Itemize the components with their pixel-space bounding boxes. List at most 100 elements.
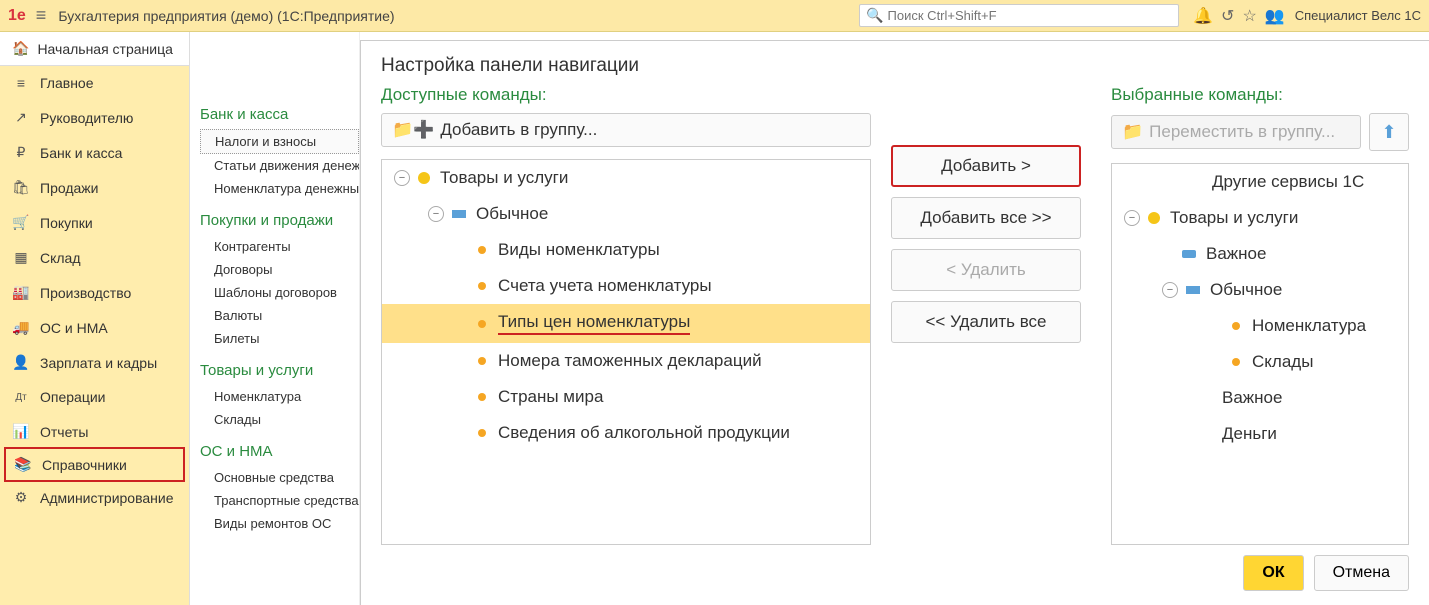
remove-all-button[interactable]: << Удалить все	[891, 301, 1081, 343]
sidebar-item-label: Производство	[40, 285, 131, 301]
bell-icon[interactable]: 🔔	[1193, 6, 1213, 26]
tree-item[interactable]: Сведения об алкогольной продукции	[382, 415, 870, 451]
hamburger-icon[interactable]: ≡	[36, 5, 47, 26]
available-tree[interactable]: − Товары и услуги − Обычное Виды номенкл…	[381, 159, 871, 545]
tree-label: Страны мира	[498, 387, 603, 407]
tree-item[interactable]: Важное	[1112, 236, 1408, 272]
ruble-icon: ₽	[12, 144, 30, 161]
sidebar-item-hr[interactable]: 👤 Зарплата и кадры	[0, 345, 189, 380]
search-icon: 🔍	[866, 7, 883, 24]
sidebar-item-admin[interactable]: ⚙ Администрирование	[0, 480, 189, 515]
available-label: Доступные команды:	[381, 85, 871, 105]
tree-group[interactable]: − Товары и услуги	[382, 160, 870, 196]
search-input[interactable]	[888, 8, 1173, 23]
history-icon[interactable]: ↺	[1221, 6, 1234, 26]
tree-label: Номера таможенных деклараций	[498, 351, 762, 371]
bullet-icon	[1232, 322, 1240, 330]
tree-item[interactable]: Другие сервисы 1С	[1112, 164, 1408, 200]
add-all-button[interactable]: Добавить все >>	[891, 197, 1081, 239]
tree-item[interactable]: Номенклатура	[1112, 308, 1408, 344]
grid-icon: ▦	[12, 249, 30, 266]
tree-item[interactable]: Деньги	[1112, 416, 1408, 452]
star-icon[interactable]: ☆	[1242, 6, 1256, 26]
sidebar-item-bank[interactable]: ₽ Банк и касса	[0, 135, 189, 170]
tree-item-selected[interactable]: Типы цен номенклатуры	[382, 304, 870, 343]
subpanel-link[interactable]: Шаблоны договоров	[200, 281, 359, 304]
navigation-settings-dialog: Настройка панели навигации Доступные ком…	[360, 40, 1429, 605]
selected-tree[interactable]: Другие сервисы 1С − Товары и услуги Важн…	[1111, 163, 1409, 545]
add-all-button-label: Добавить все >>	[920, 208, 1051, 228]
subpanel-link[interactable]: Номенклатура	[200, 385, 359, 408]
subpanel-link[interactable]: Статьи движения денежных средств	[200, 154, 359, 177]
available-commands-column: Доступные команды: 📁➕ Добавить в группу.…	[381, 85, 871, 545]
sidebar-item-warehouse[interactable]: ▦ Склад	[0, 240, 189, 275]
sidebar-item-reports[interactable]: 📊 Отчеты	[0, 414, 189, 449]
subpanel-link[interactable]: Налоги и взносы	[200, 129, 359, 154]
tree-item[interactable]: Счета учета номенклатуры	[382, 268, 870, 304]
topbar: 1e ≡ Бухгалтерия предприятия (демо) (1С:…	[0, 0, 1429, 32]
blue-box-icon	[1182, 250, 1196, 258]
selected-commands-column: Выбранные команды: 📁 Переместить в групп…	[1111, 85, 1409, 545]
remove-all-button-label: << Удалить все	[925, 312, 1046, 332]
sidebar-item-main[interactable]: ≡ Главное	[0, 66, 189, 100]
tree-group[interactable]: − Обычное	[382, 196, 870, 232]
sidebar-item-label: Банк и касса	[40, 145, 122, 161]
sidebar-item-label: Справочники	[42, 457, 127, 473]
tree-item[interactable]: Важное	[1112, 380, 1408, 416]
transfer-buttons-column: Добавить > Добавить все >> < Удалить << …	[891, 85, 1091, 545]
tree-item[interactable]: Страны мира	[382, 379, 870, 415]
remove-button[interactable]: < Удалить	[891, 249, 1081, 291]
add-button[interactable]: Добавить >	[891, 145, 1081, 187]
ok-button[interactable]: ОК	[1243, 555, 1303, 591]
subpanel-link[interactable]: Виды ремонтов ОС	[200, 512, 359, 535]
sidebar-item-operations[interactable]: Дт Операции	[0, 380, 189, 414]
truck-icon: 🚚	[12, 319, 30, 336]
tree-item[interactable]: Виды номенклатуры	[382, 232, 870, 268]
sidebar-home[interactable]: 🏠 Начальная страница	[0, 32, 189, 66]
sidebar-item-label: Администрирование	[40, 490, 174, 506]
collapse-icon[interactable]: −	[428, 206, 444, 222]
dialog-title: Настройка панели навигации	[381, 55, 1409, 77]
sidebar-item-directories[interactable]: 📚 Справочники	[4, 447, 185, 482]
sidebar-item-assets[interactable]: 🚚 ОС и НМА	[0, 310, 189, 345]
collapse-icon[interactable]: −	[1162, 282, 1178, 298]
dialog-buttons: ОК Отмена	[1243, 555, 1409, 591]
subpanel-link[interactable]: Билеты	[200, 327, 359, 350]
sidebar-item-purchases[interactable]: 🛒 Покупки	[0, 205, 189, 240]
cart-icon: 🛒	[12, 214, 30, 231]
remove-button-label: < Удалить	[946, 260, 1026, 280]
sidebar-item-manager[interactable]: ↗ Руководителю	[0, 100, 189, 135]
group-yellow-icon	[1148, 212, 1160, 224]
tree-item[interactable]: Номера таможенных деклараций	[382, 343, 870, 379]
tree-group[interactable]: − Товары и услуги	[1112, 200, 1408, 236]
tree-label: Склады	[1252, 352, 1313, 372]
subpanel-link[interactable]: Основные средства	[200, 466, 359, 489]
subpanel-link[interactable]: Договоры	[200, 258, 359, 281]
search-box[interactable]: 🔍	[859, 4, 1179, 27]
subpanel-link[interactable]: Контрагенты	[200, 235, 359, 258]
tree-group[interactable]: − Обычное	[1112, 272, 1408, 308]
sidebar-item-label: Главное	[40, 75, 94, 91]
move-to-group-button[interactable]: 📁 Переместить в группу...	[1111, 115, 1361, 149]
menu-icon: ≡	[12, 75, 30, 91]
subpanel-link[interactable]: Номенклатура денежных документов	[200, 177, 359, 200]
cancel-button[interactable]: Отмена	[1314, 555, 1409, 591]
sidebar: 🏠 Начальная страница ≡ Главное ↗ Руковод…	[0, 32, 190, 605]
group-blue-icon	[1186, 286, 1200, 294]
sidebar-item-production[interactable]: 🏭 Производство	[0, 275, 189, 310]
sidebar-item-sales[interactable]: 🛍 Продажи	[0, 170, 189, 205]
subpanel-link[interactable]: Транспортные средства	[200, 489, 359, 512]
users-icon[interactable]: 👥	[1265, 6, 1285, 26]
collapse-icon[interactable]: −	[394, 170, 410, 186]
user-label[interactable]: Специалист Велс 1С	[1295, 8, 1421, 23]
move-up-button[interactable]: ⬆	[1369, 113, 1409, 151]
subpanel-link[interactable]: Валюты	[200, 304, 359, 327]
tree-label: Важное	[1222, 388, 1282, 408]
tree-label: Товары и услуги	[1170, 208, 1298, 228]
subpanel-link[interactable]: Склады	[200, 408, 359, 431]
tree-label: Типы цен номенклатуры	[498, 312, 690, 335]
add-to-group-button[interactable]: 📁➕ Добавить в группу...	[381, 113, 871, 147]
dtkt-icon: Дт	[12, 392, 30, 403]
tree-item[interactable]: Склады	[1112, 344, 1408, 380]
collapse-icon[interactable]: −	[1124, 210, 1140, 226]
